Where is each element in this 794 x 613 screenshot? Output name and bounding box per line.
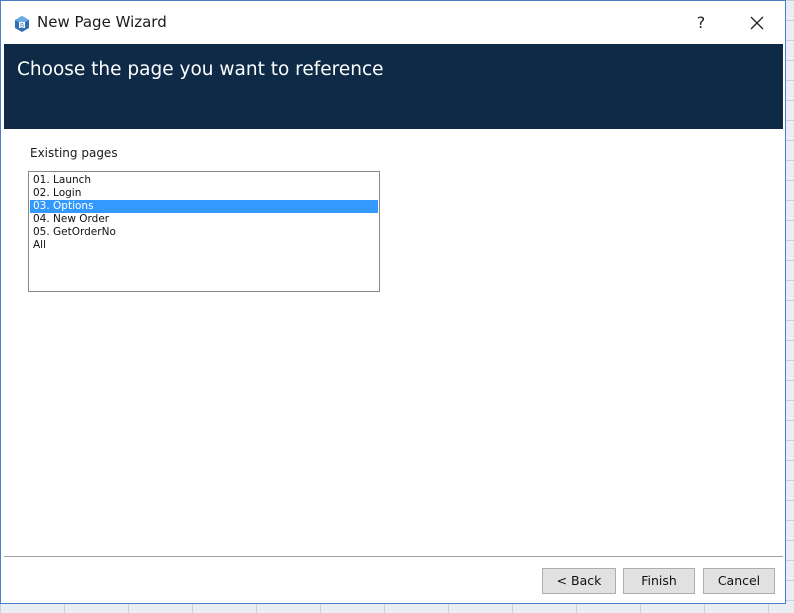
existing-pages-label: Existing pages bbox=[30, 146, 118, 160]
footer-divider bbox=[4, 556, 783, 557]
new-page-wizard-window: B New Page Wizard ? Choose the page you … bbox=[0, 0, 786, 604]
existing-pages-listbox[interactable]: 01. Launch 02. Login 03. Options 04. New Or… bbox=[28, 171, 380, 292]
back-button[interactable]: < Back bbox=[542, 568, 616, 594]
close-icon bbox=[750, 16, 764, 30]
wizard-app-icon: B bbox=[15, 16, 29, 32]
list-item[interactable]: 03. Options bbox=[30, 200, 378, 213]
list-item[interactable]: 04. New Order bbox=[30, 213, 378, 226]
header-banner: Choose the page you want to reference bbox=[4, 44, 783, 129]
list-item[interactable]: All bbox=[30, 239, 378, 252]
list-item[interactable]: 02. Login bbox=[30, 187, 378, 200]
help-button[interactable]: ? bbox=[683, 9, 719, 37]
list-item[interactable]: 05. GetOrderNo bbox=[30, 226, 378, 239]
cancel-button[interactable]: Cancel bbox=[703, 568, 775, 594]
finish-button[interactable]: Finish bbox=[623, 568, 695, 594]
title-bar[interactable]: B New Page Wizard ? bbox=[1, 1, 785, 43]
banner-title: Choose the page you want to reference bbox=[17, 59, 384, 80]
close-button[interactable] bbox=[739, 9, 775, 37]
window-title: New Page Wizard bbox=[37, 13, 167, 31]
list-item[interactable]: 01. Launch bbox=[30, 174, 378, 187]
svg-text:B: B bbox=[20, 22, 24, 29]
